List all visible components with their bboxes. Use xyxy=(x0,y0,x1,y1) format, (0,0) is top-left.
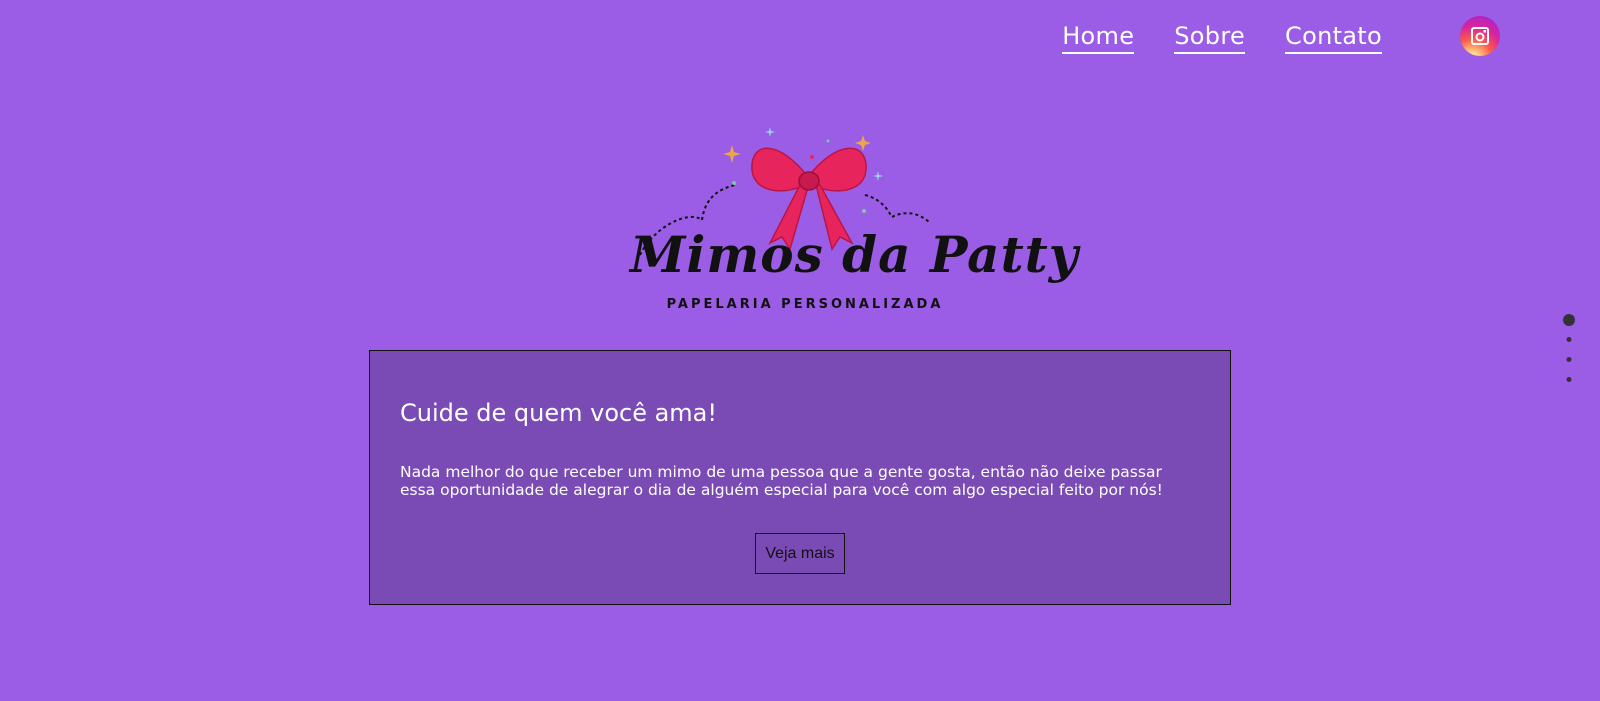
logo-script-text: Mimos da Patty xyxy=(630,225,1079,284)
nav-link-home[interactable]: Home xyxy=(1062,22,1135,54)
main-nav: Home Sobre Contato xyxy=(1062,22,1422,54)
hero-title: Cuide de quem você ama! xyxy=(400,399,718,427)
pagination-dot-3[interactable] xyxy=(1566,357,1572,362)
hero-text: Nada melhor do que receber um mimo de um… xyxy=(400,463,1163,499)
pagination-dot-2[interactable] xyxy=(1566,337,1572,342)
brand-logo: Mimos da Patty PAPELARIA PERSONALIZADA xyxy=(630,125,1079,325)
nav-link-contato[interactable]: Contato xyxy=(1285,22,1382,54)
veja-mais-button[interactable]: Veja mais xyxy=(755,533,845,574)
instagram-glyph-icon xyxy=(1471,27,1489,45)
nav-link-sobre[interactable]: Sobre xyxy=(1174,22,1246,54)
logo-subtitle: PAPELARIA PERSONALIZADA xyxy=(666,297,944,312)
pagination-dot-4[interactable] xyxy=(1566,377,1572,382)
instagram-icon[interactable] xyxy=(1460,16,1500,56)
pagination-dot-1[interactable] xyxy=(1563,314,1575,326)
hero-card: Cuide de quem você ama! Nada melhor do q… xyxy=(369,350,1231,605)
